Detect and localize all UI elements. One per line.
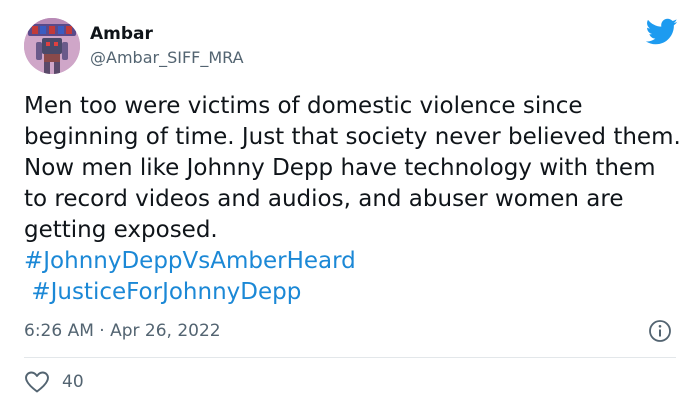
author-handle[interactable]: @Ambar_SIFF_MRA <box>90 47 244 69</box>
hashtag-link[interactable]: #JusticeForJohnnyDepp <box>31 279 301 305</box>
tweet-card: Ambar @Ambar_SIFF_MRA Men too were victi… <box>0 0 700 410</box>
tweet-body: Men too were victims of domestic violenc… <box>24 93 689 243</box>
tweet-header: Ambar @Ambar_SIFF_MRA <box>24 18 244 74</box>
like-button[interactable]: 40 <box>24 370 84 394</box>
author-names: Ambar @Ambar_SIFF_MRA <box>90 23 244 69</box>
avatar[interactable] <box>24 18 80 74</box>
info-icon[interactable] <box>648 319 672 343</box>
tweet-timestamp[interactable]: 6:26 AM · Apr 26, 2022 <box>24 321 221 341</box>
tweet-text: Men too were victims of domestic violenc… <box>24 91 684 308</box>
heart-icon <box>25 371 49 393</box>
like-count: 40 <box>62 372 84 392</box>
twitter-bird-icon[interactable] <box>645 18 678 46</box>
hashtag-link[interactable]: #JohnnyDeppVsAmberHeard <box>24 248 356 274</box>
author-display-name[interactable]: Ambar <box>90 23 244 45</box>
robot-avatar-icon <box>24 18 80 74</box>
tweet-meta: 6:26 AM · Apr 26, 2022 <box>24 318 676 344</box>
divider <box>24 357 676 358</box>
